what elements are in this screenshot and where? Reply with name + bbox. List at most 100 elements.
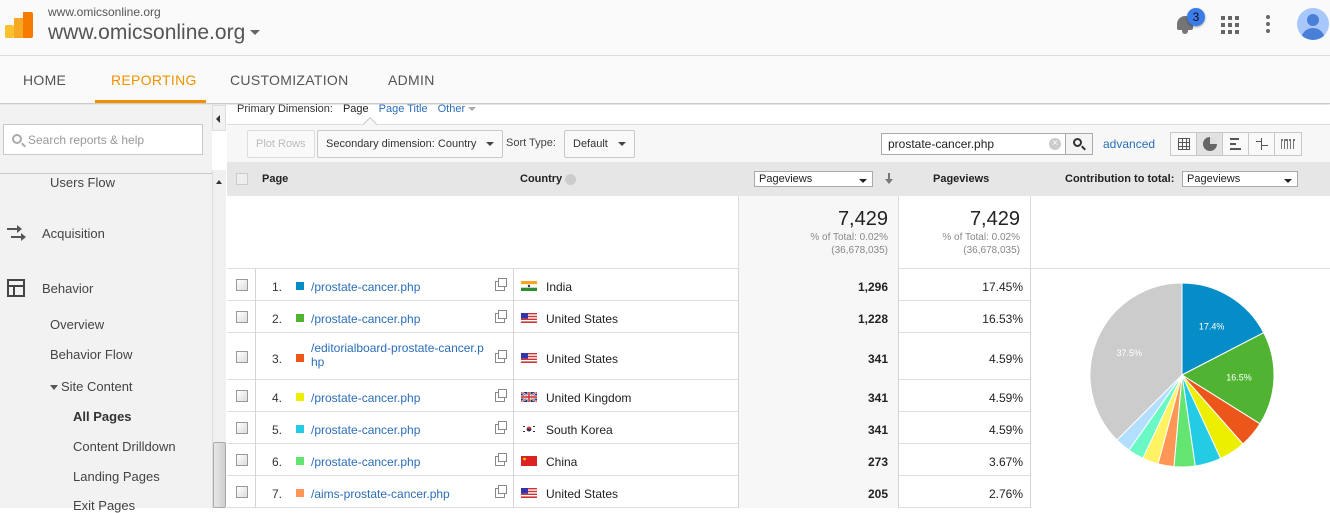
pageviews-cell: 1,296 [857, 280, 888, 294]
metric-select[interactable]: Pageviews [754, 171, 873, 187]
view-pie-button[interactable] [1197, 133, 1223, 155]
sort-type-value: Default [573, 138, 608, 150]
filter-search-button[interactable] [1065, 133, 1093, 155]
advanced-filter-link[interactable]: advanced [1103, 137, 1155, 151]
sidebar-item-behavior[interactable]: Behavior [42, 281, 93, 296]
sidebar-item-behavior-flow[interactable]: Behavior Flow [50, 347, 132, 362]
secondary-dimension-dropdown[interactable]: Secondary dimension: Country [317, 130, 504, 158]
table-row[interactable]: 3. /editorialboard-prostate-cancer.php Uni… [227, 333, 1031, 380]
page-link[interactable]: /prostate-cancer.php [311, 455, 491, 469]
sidebar-item-users-flow[interactable]: Users Flow [50, 175, 115, 190]
summary-total: (36,678,035) [963, 245, 1020, 256]
sidebar-divider [0, 173, 212, 174]
series-color-swatch [296, 457, 304, 465]
row-checkbox[interactable] [236, 279, 248, 291]
page-link[interactable]: /prostate-cancer.php [311, 423, 491, 437]
scroll-up-arrow-icon[interactable] [216, 180, 222, 184]
account-name-small: www.omicsonline.org [48, 5, 161, 19]
country-cell: United States [546, 487, 619, 501]
search-reports-input[interactable] [28, 130, 198, 150]
plot-rows-button[interactable]: Plot Rows [247, 130, 315, 158]
page-link[interactable]: /prostate-cancer.php [311, 312, 491, 326]
search-reports-box[interactable] [3, 124, 203, 155]
property-selector[interactable]: www.omicsonline.org [48, 21, 245, 45]
summary-row: 7,429 % of Total: 0.02% (36,678,035) 7,4… [227, 196, 1330, 269]
comparison-icon [1256, 138, 1268, 150]
sidebar-item-content-drilldown[interactable]: Content Drilldown [73, 439, 176, 454]
column-divider [1030, 476, 1031, 508]
caret-down-icon[interactable] [250, 30, 260, 35]
remove-dimension-icon[interactable] [565, 173, 577, 185]
table-row[interactable]: 7. /aims-prostate-cancer.php United States… [227, 476, 1031, 508]
table-row[interactable]: 6. /prostate-cancer.php China 273 3.67% [227, 444, 1031, 476]
column-header-pageviews[interactable]: Pageviews [933, 173, 989, 185]
primary-dimension-page[interactable]: Page [343, 103, 369, 115]
tab-admin[interactable]: ADMIN [388, 72, 435, 88]
view-table-button[interactable] [1171, 133, 1197, 155]
column-header-country[interactable]: Country [520, 173, 577, 185]
primary-dimension-page-title[interactable]: Page Title [379, 103, 428, 115]
view-performance-button[interactable] [1223, 133, 1249, 155]
sidebar-item-exit-pages[interactable]: Exit Pages [73, 498, 135, 513]
table-filter-box[interactable]: × [881, 133, 1067, 155]
column-divider [513, 333, 514, 380]
open-external-icon[interactable] [495, 453, 507, 466]
flag-us-icon [521, 312, 537, 323]
column-divider [255, 412, 256, 444]
sidebar: Users Flow Acquisition Behavior Overview… [0, 105, 212, 513]
table-row[interactable]: 5. /prostate-cancer.php South Korea 341 4.59… [227, 412, 1031, 444]
row-checkbox[interactable] [236, 454, 248, 466]
open-external-icon[interactable] [495, 349, 507, 363]
open-external-icon[interactable] [495, 278, 507, 291]
page-link[interactable]: /editorialboard-prostate-cancer.php [311, 341, 489, 369]
search-icon [1073, 138, 1082, 147]
table-filter-input[interactable] [888, 136, 1046, 152]
column-header-page[interactable]: Page [262, 173, 288, 185]
sidebar-item-acquisition[interactable]: Acquisition [42, 226, 105, 241]
sidebar-item-landing-pages[interactable]: Landing Pages [73, 469, 160, 484]
active-tab-indicator [95, 100, 206, 103]
row-checkbox[interactable] [236, 422, 248, 434]
sidebar-item-all-pages[interactable]: All Pages [73, 409, 132, 424]
scrollbar-thumb[interactable] [213, 442, 226, 508]
select-all-checkbox[interactable] [236, 173, 248, 185]
sidebar-scrollbar[interactable] [212, 170, 226, 508]
clear-filter-icon[interactable]: × [1049, 138, 1061, 150]
flag-kr-icon [521, 423, 537, 434]
page-link[interactable]: /prostate-cancer.php [311, 391, 491, 405]
table-row[interactable]: 2. /prostate-cancer.php United States 1,228… [227, 301, 1031, 333]
open-external-icon[interactable] [495, 389, 507, 402]
page-link[interactable]: /prostate-cancer.php [311, 280, 491, 294]
apps-grid-icon[interactable] [1221, 16, 1239, 34]
sidebar-item-site-content[interactable]: Site Content [50, 379, 133, 394]
open-external-icon[interactable] [495, 421, 507, 434]
primary-dimension-other[interactable]: Other [438, 103, 487, 115]
column-divider [1030, 301, 1031, 333]
sort-descending-icon[interactable] [884, 173, 894, 185]
row-checkbox[interactable] [236, 311, 248, 323]
tab-customization[interactable]: CUSTOMIZATION [230, 72, 349, 88]
tab-reporting[interactable]: REPORTING [111, 72, 197, 88]
more-vert-icon[interactable] [1266, 15, 1270, 33]
row-checkbox[interactable] [236, 390, 248, 402]
contribution-metric-select[interactable]: Pageviews [1182, 171, 1298, 187]
view-comparison-button[interactable] [1249, 133, 1275, 155]
other-label: Other [437, 103, 466, 115]
collapse-sidebar-button[interactable] [212, 105, 226, 131]
sort-type-dropdown[interactable]: Default [564, 130, 635, 158]
open-external-icon[interactable] [495, 310, 507, 323]
tab-home[interactable]: HOME [23, 72, 66, 88]
row-checkbox[interactable] [236, 350, 248, 363]
series-color-swatch [296, 282, 304, 290]
account-avatar[interactable] [1297, 8, 1329, 40]
table-row[interactable]: 1. /prostate-cancer.php India 1,296 17.45% [227, 269, 1031, 301]
column-divider [1030, 412, 1031, 444]
row-checkbox[interactable] [236, 486, 248, 498]
page-link[interactable]: /aims-prostate-cancer.php [311, 487, 491, 501]
table-row[interactable]: 4. /prostate-cancer.php United Kingdom 341 4… [227, 380, 1031, 412]
open-external-icon[interactable] [495, 485, 507, 498]
notification-count-badge[interactable]: 3 [1187, 8, 1205, 26]
view-pivot-button[interactable] [1275, 133, 1301, 155]
sidebar-item-overview[interactable]: Overview [50, 317, 104, 332]
analytics-logo-icon[interactable] [5, 12, 33, 38]
